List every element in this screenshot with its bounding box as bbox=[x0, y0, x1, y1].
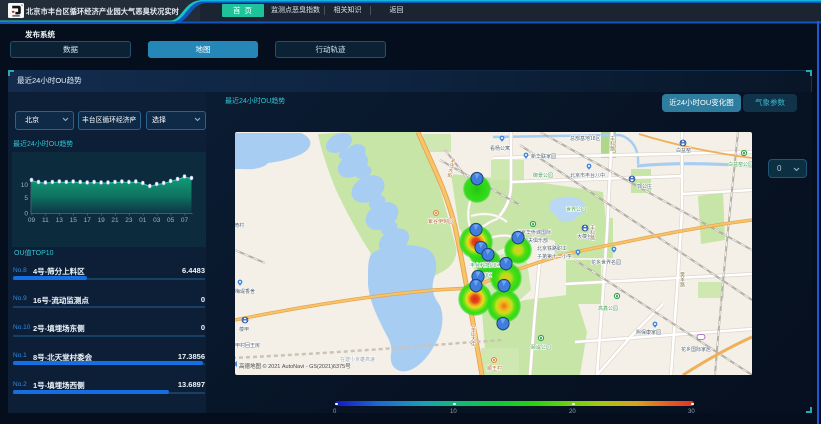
svg-text:11: 11 bbox=[42, 217, 49, 224]
svg-text:21: 21 bbox=[111, 217, 119, 224]
svg-text:花乡国际家居: 花乡国际家居 bbox=[681, 346, 711, 353]
svg-text:01: 01 bbox=[139, 217, 147, 224]
svg-text:樊羊路: 樊羊路 bbox=[679, 271, 685, 288]
svg-text:梅堤香舍: 梅堤香舍 bbox=[235, 288, 255, 295]
svg-text:北京市丰台八中: 北京市丰台八中 bbox=[570, 172, 605, 179]
svg-text:09: 09 bbox=[28, 217, 36, 224]
svg-text:看杨公寓: 看杨公寓 bbox=[490, 145, 510, 152]
svg-text:葆甲: 葆甲 bbox=[239, 326, 249, 333]
svg-text:13: 13 bbox=[56, 217, 64, 224]
svg-text:白盆窑: 白盆窑 bbox=[676, 147, 691, 154]
svg-text:御景公园: 御景公园 bbox=[533, 172, 553, 179]
svg-text:丰科路: 丰科路 bbox=[609, 135, 615, 152]
svg-text:05: 05 bbox=[167, 217, 175, 224]
svg-text:总部基地18区: 总部基地18区 bbox=[570, 135, 601, 142]
svg-text:紫谷伊甸园: 紫谷伊甸园 bbox=[428, 218, 453, 225]
svg-text:世界公园: 世界公园 bbox=[566, 206, 586, 213]
svg-text:高德地图 © 2021 AutoNavi - GS(2021: 高德地图 © 2021 AutoNavi - GS(2021)6375号 bbox=[239, 362, 351, 370]
svg-text:17: 17 bbox=[84, 217, 92, 224]
svg-text:顺王村: 顺王村 bbox=[487, 365, 502, 372]
svg-text:郭公庄: 郭公庄 bbox=[637, 183, 652, 190]
svg-text:熙保康家园: 熙保康家园 bbox=[636, 329, 661, 336]
svg-text:子弟第十一小学: 子弟第十一小学 bbox=[537, 253, 572, 260]
svg-text:造甲村回王房: 造甲村回王房 bbox=[235, 342, 260, 349]
svg-text:高鑫公园: 高鑫公园 bbox=[598, 305, 618, 312]
svg-text:丰科路: 丰科路 bbox=[589, 224, 595, 241]
svg-text:新华联家园: 新华联家园 bbox=[531, 153, 556, 160]
svg-text:10: 10 bbox=[21, 182, 29, 189]
svg-text:15: 15 bbox=[70, 217, 78, 224]
svg-text:23: 23 bbox=[125, 217, 133, 224]
svg-text:5: 5 bbox=[24, 195, 28, 202]
svg-text:花乡世界名园: 花乡世界名园 bbox=[591, 259, 621, 266]
svg-text:白盆窑公园: 白盆窑公园 bbox=[728, 161, 752, 168]
svg-text:丰台科技园区: 丰台科技园区 bbox=[470, 262, 500, 269]
svg-text:高倚村: 高倚村 bbox=[235, 222, 244, 229]
svg-text:07: 07 bbox=[181, 217, 189, 224]
svg-text:19: 19 bbox=[97, 217, 105, 224]
svg-text:03: 03 bbox=[153, 217, 161, 224]
svg-text:颐堤公园: 颐堤公园 bbox=[531, 344, 551, 351]
svg-text:辛庄大街: 辛庄大街 bbox=[470, 325, 476, 347]
svg-text:北京铁路职工: 北京铁路职工 bbox=[537, 245, 567, 252]
svg-text:在建小京雄高速: 在建小京雄高速 bbox=[340, 356, 375, 363]
